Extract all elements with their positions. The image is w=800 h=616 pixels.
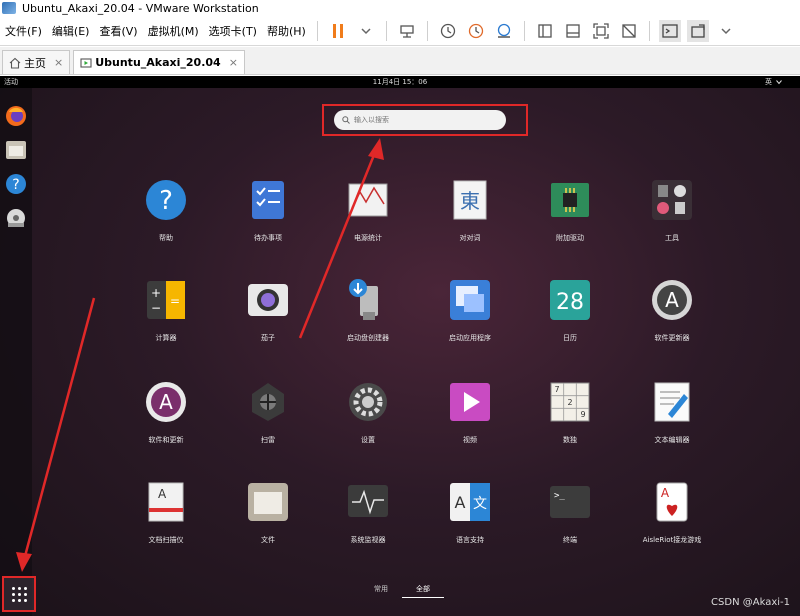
vmware-logo-icon (2, 2, 16, 14)
console-view-button[interactable] (658, 19, 681, 42)
menu-tabs[interactable]: 选项卡(T) (204, 23, 262, 39)
tab-ubuntu-label: Ubuntu_Akaxi_20.04 (95, 56, 221, 69)
stretch-guest-button[interactable] (686, 19, 709, 42)
tab-ubuntu-vm[interactable]: Ubuntu_Akaxi_20.04 × (73, 50, 245, 74)
fullscreen-icon (593, 22, 609, 39)
stretch-menu-chevron[interactable] (715, 20, 737, 42)
console-icon (662, 23, 678, 38)
menu-edit[interactable]: 编辑(E) (47, 23, 95, 39)
window-title: Ubuntu_Akaxi_20.04 - VMware Workstation (22, 1, 259, 15)
toolbar-divider (648, 20, 650, 41)
revert-snapshot-button[interactable] (465, 20, 487, 42)
show-library-button[interactable] (534, 20, 556, 42)
bottom-panel-icon (566, 23, 580, 38)
menubar: 文件(F) 编辑(E) 查看(V) 虚拟机(M) 选项卡(T) 帮助(H) (0, 16, 800, 46)
ubuntu-guest-screen[interactable]: 活动 11月4日 15：06 英 ? ?帮助待办事项电源统计東对对词附加驱动工具… (0, 76, 800, 616)
suspend-button[interactable] (327, 20, 349, 42)
window-titlebar: Ubuntu_Akaxi_20.04 - VMware Workstation (0, 0, 800, 16)
tab-ubuntu-close-icon[interactable]: × (229, 56, 238, 69)
snapshot-manager-button[interactable] (493, 20, 515, 42)
clock-icon (440, 23, 455, 38)
menu-help[interactable]: 帮助(H) (262, 23, 311, 39)
pause-icon (332, 23, 343, 38)
annotation-arrows (16, 138, 384, 572)
tab-home-label: 主页 (24, 56, 46, 70)
toolbar-divider (316, 20, 318, 41)
toolbar-divider (426, 20, 428, 41)
home-icon (9, 57, 21, 69)
vm-running-icon (80, 57, 92, 68)
sidebar-layout-icon (538, 23, 552, 38)
menu-file[interactable]: 文件(F) (0, 23, 47, 39)
menu-view[interactable]: 查看(V) (94, 23, 142, 39)
unity-button[interactable] (618, 20, 640, 42)
toolbar-divider (385, 20, 387, 41)
menu-vm[interactable]: 虚拟机(M) (143, 23, 204, 39)
tab-home[interactable]: 主页 × (2, 50, 71, 74)
stretch-icon (691, 23, 705, 38)
tab-bar: 主页 × Ubuntu_Akaxi_20.04 × (0, 47, 800, 75)
thumbnail-bar-button[interactable] (562, 20, 584, 42)
chevron-down-icon (361, 27, 371, 34)
toolbar-divider (523, 20, 525, 41)
keyboard-network-icon (400, 24, 414, 38)
full-screen-button[interactable] (590, 20, 612, 42)
tab-home-close-icon[interactable]: × (54, 56, 63, 69)
snapshot-button[interactable] (437, 20, 459, 42)
unity-off-icon (622, 23, 636, 38)
power-menu-chevron[interactable] (355, 20, 377, 42)
chevron-down-icon (721, 27, 731, 34)
clock-restore-icon (468, 23, 483, 38)
send-ctrl-alt-del-button[interactable] (396, 20, 418, 42)
clock-manager-icon (497, 23, 510, 38)
